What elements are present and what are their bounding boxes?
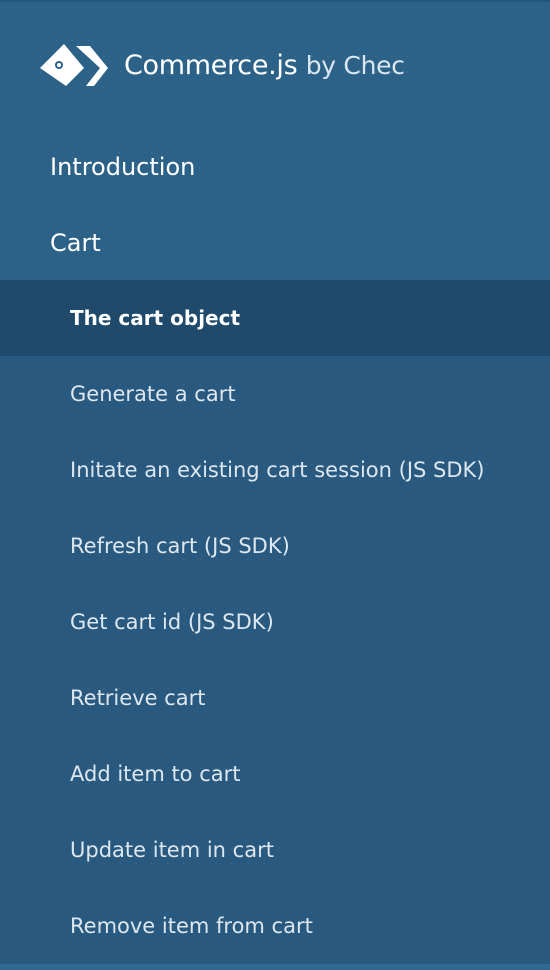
subnav-item-remove-item-from-cart[interactable]: Remove item from cart bbox=[0, 888, 550, 964]
brand-name: Commerce.js bbox=[124, 49, 298, 81]
subnav-item-refresh-cart[interactable]: Refresh cart (JS SDK) bbox=[0, 508, 550, 584]
cart-submenu: The cart object Generate a cart Initate … bbox=[0, 280, 550, 964]
nav-item-introduction[interactable]: Introduction bbox=[0, 129, 550, 205]
subnav-item-generate-a-cart[interactable]: Generate a cart bbox=[0, 356, 550, 432]
brand-suffix: by Chec bbox=[305, 50, 405, 80]
subnav-item-update-item-in-cart[interactable]: Update item in cart bbox=[0, 812, 550, 888]
brand-text: Commerce.js by Chec bbox=[124, 50, 405, 81]
docs-sidebar: Commerce.js by Chec Introduction Cart Th… bbox=[0, 0, 550, 970]
subnav-item-add-item-to-cart[interactable]: Add item to cart bbox=[0, 736, 550, 812]
chec-logo-icon bbox=[38, 40, 110, 90]
subnav-item-the-cart-object[interactable]: The cart object bbox=[0, 280, 550, 356]
top-border bbox=[0, 0, 550, 2]
nav-item-cart[interactable]: Cart bbox=[0, 205, 550, 281]
brand-logo[interactable]: Commerce.js by Chec bbox=[38, 40, 405, 90]
bottom-border bbox=[0, 964, 550, 970]
subnav-item-get-cart-id[interactable]: Get cart id (JS SDK) bbox=[0, 584, 550, 660]
subnav-item-retrieve-cart[interactable]: Retrieve cart bbox=[0, 660, 550, 736]
subnav-item-initiate-cart-session[interactable]: Initate an existing cart session (JS SDK… bbox=[0, 432, 550, 508]
